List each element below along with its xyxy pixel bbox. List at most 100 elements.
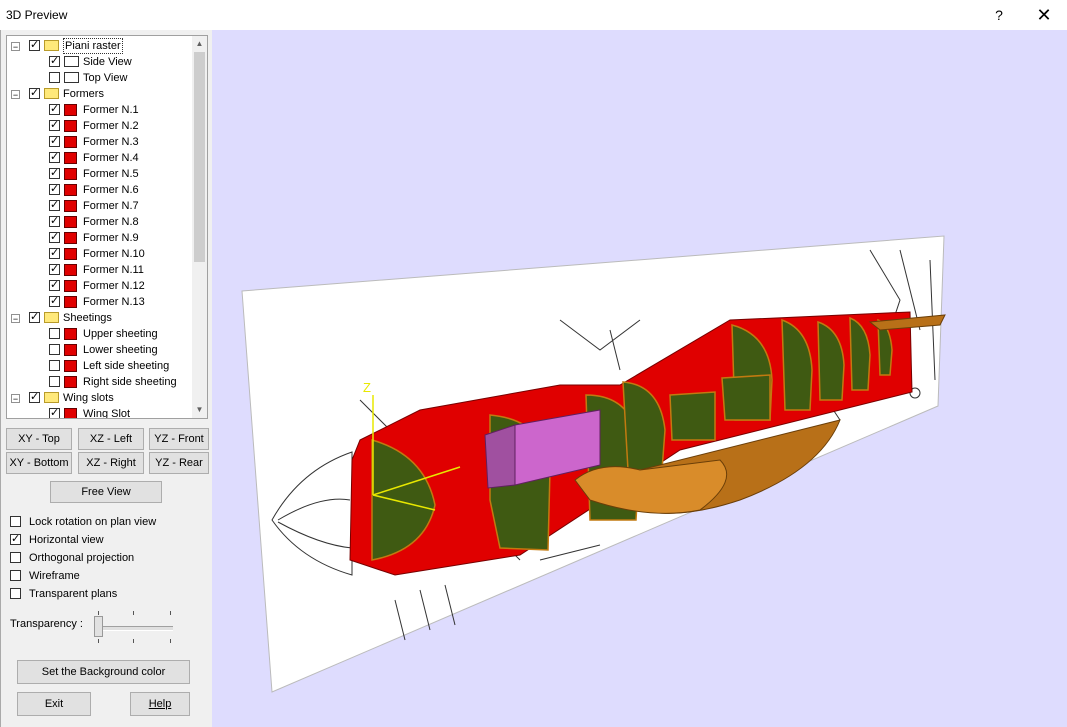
layer-tree[interactable]: − ✓ Piani raster ✓ Side View Top View − ✓ Former…	[6, 35, 208, 419]
collapse-icon[interactable]: −	[11, 394, 20, 404]
tree-item[interactable]: ✓ Former N.13	[7, 294, 192, 310]
z-axis-label: Z	[363, 380, 371, 395]
transparency-track[interactable]	[96, 626, 173, 631]
collapse-icon[interactable]: −	[11, 90, 20, 100]
option-checkbox[interactable]: ✓	[10, 534, 21, 545]
slider-tick	[98, 639, 99, 643]
visibility-checkbox[interactable]: ✓	[49, 120, 60, 131]
visibility-checkbox[interactable]: ✓	[49, 104, 60, 115]
help-button[interactable]: Help	[130, 692, 190, 716]
visibility-checkbox[interactable]	[49, 328, 60, 339]
xz-left-button[interactable]: XZ - Left	[78, 428, 144, 450]
visibility-checkbox[interactable]: ✓	[49, 56, 60, 67]
scroll-up-icon[interactable]: ▲	[192, 36, 207, 52]
tree-item[interactable]: Upper sheeting	[7, 326, 192, 342]
tree-item[interactable]: − ✓ Sheetings	[7, 310, 192, 326]
tree-item[interactable]: ✓ Former N.7	[7, 198, 192, 214]
option-checkbox[interactable]	[10, 588, 21, 599]
xy-bottom-button[interactable]: XY - Bottom	[6, 452, 72, 474]
visibility-checkbox[interactable]	[49, 360, 60, 371]
background-color-button[interactable]: Set the Background color	[17, 660, 190, 684]
option-checkbox[interactable]	[10, 570, 21, 581]
visibility-checkbox[interactable]: ✓	[49, 136, 60, 147]
exit-button[interactable]: Exit	[17, 692, 91, 716]
transparency-slider[interactable]	[94, 616, 103, 637]
cube-icon	[64, 184, 77, 196]
cube-icon	[64, 376, 77, 388]
scroll-thumb[interactable]	[194, 52, 205, 262]
help-title-button[interactable]: ?	[985, 0, 1013, 30]
tree-item-label: Former N.10	[83, 248, 145, 260]
cube-icon	[64, 248, 77, 260]
visibility-checkbox[interactable]: ✓	[49, 216, 60, 227]
tree-scrollbar[interactable]: ▲ ▼	[192, 36, 207, 418]
visibility-checkbox[interactable]	[49, 344, 60, 355]
visibility-checkbox[interactable]: ✓	[49, 152, 60, 163]
tree-item[interactable]: Top View	[7, 70, 192, 86]
tree-item[interactable]: ✓ Former N.2	[7, 118, 192, 134]
tree-item-label: Side View	[83, 56, 132, 68]
visibility-checkbox[interactable]	[49, 376, 60, 387]
option-label: Wireframe	[29, 570, 80, 582]
yz-front-button[interactable]: YZ - Front	[149, 428, 209, 450]
option-checkbox[interactable]	[10, 516, 21, 527]
option-checkbox[interactable]	[10, 552, 21, 563]
visibility-checkbox[interactable]: ✓	[49, 296, 60, 307]
option-label: Horizontal view	[29, 534, 104, 546]
visibility-checkbox[interactable]: ✓	[49, 248, 60, 259]
scroll-down-icon[interactable]: ▼	[192, 402, 207, 418]
tree-item-label: Sheetings	[63, 312, 112, 324]
visibility-checkbox[interactable]: ✓	[49, 200, 60, 211]
tree-item[interactable]: ✓ Side View	[7, 54, 192, 70]
option-label: Orthogonal projection	[29, 552, 135, 564]
tree-item-label: Former N.2	[83, 120, 139, 132]
cube-icon	[64, 344, 77, 356]
tree-item[interactable]: Left side sheeting	[7, 358, 192, 374]
tree-item[interactable]: ✓ Wing Slot	[7, 406, 192, 418]
xy-top-button[interactable]: XY - Top	[6, 428, 72, 450]
tree-item[interactable]: ✓ Former N.1	[7, 102, 192, 118]
close-button[interactable]: ✕	[1025, 0, 1063, 30]
yz-rear-button[interactable]: YZ - Rear	[149, 452, 209, 474]
visibility-checkbox[interactable]: ✓	[29, 40, 40, 51]
collapse-icon[interactable]: −	[11, 42, 20, 52]
tree-item[interactable]: ✓ Former N.6	[7, 182, 192, 198]
visibility-checkbox[interactable]: ✓	[29, 88, 40, 99]
tree-item[interactable]: ✓ Former N.4	[7, 150, 192, 166]
cube-icon	[64, 408, 77, 418]
collapse-icon[interactable]: −	[11, 314, 20, 324]
3d-viewport[interactable]: Z	[212, 30, 1067, 727]
tree-item[interactable]: − ✓ Wing slots	[7, 390, 192, 406]
tree-item[interactable]: ✓ Former N.10	[7, 246, 192, 262]
visibility-checkbox[interactable]: ✓	[29, 392, 40, 403]
xz-right-button[interactable]: XZ - Right	[78, 452, 144, 474]
visibility-checkbox[interactable]: ✓	[49, 168, 60, 179]
tree-item[interactable]: ✓ Former N.3	[7, 134, 192, 150]
visibility-checkbox[interactable]: ✓	[49, 408, 60, 418]
visibility-checkbox[interactable]: ✓	[49, 280, 60, 291]
visibility-checkbox[interactable]: ✓	[49, 232, 60, 243]
visibility-checkbox[interactable]: ✓	[49, 184, 60, 195]
tree-item-label: Former N.5	[83, 168, 139, 180]
tree-item[interactable]: Lower sheeting	[7, 342, 192, 358]
tree-item[interactable]: ✓ Former N.11	[7, 262, 192, 278]
tree-item[interactable]: Right side sheeting	[7, 374, 192, 390]
free-view-button[interactable]: Free View	[50, 481, 162, 503]
tree-item[interactable]: ✓ Former N.8	[7, 214, 192, 230]
visibility-checkbox[interactable]	[49, 72, 60, 83]
tree-item[interactable]: − ✓ Formers	[7, 86, 192, 102]
tree-item-label: Former N.13	[83, 296, 145, 308]
visibility-checkbox[interactable]: ✓	[49, 264, 60, 275]
tree-item[interactable]: ✓ Former N.5	[7, 166, 192, 182]
tree-item-label: Former N.6	[83, 184, 139, 196]
scene-canvas[interactable]: Z	[212, 30, 1067, 727]
tree-item[interactable]: − ✓ Piani raster	[7, 38, 192, 54]
folder-icon	[44, 88, 59, 99]
tree-item[interactable]: ✓ Former N.9	[7, 230, 192, 246]
tree-item-label: Former N.1	[83, 104, 139, 116]
tree-item[interactable]: ✓ Former N.12	[7, 278, 192, 294]
visibility-checkbox[interactable]: ✓	[29, 312, 40, 323]
cube-icon	[64, 216, 77, 228]
transparency-label: Transparency :	[10, 618, 83, 630]
cube-icon	[64, 136, 77, 148]
